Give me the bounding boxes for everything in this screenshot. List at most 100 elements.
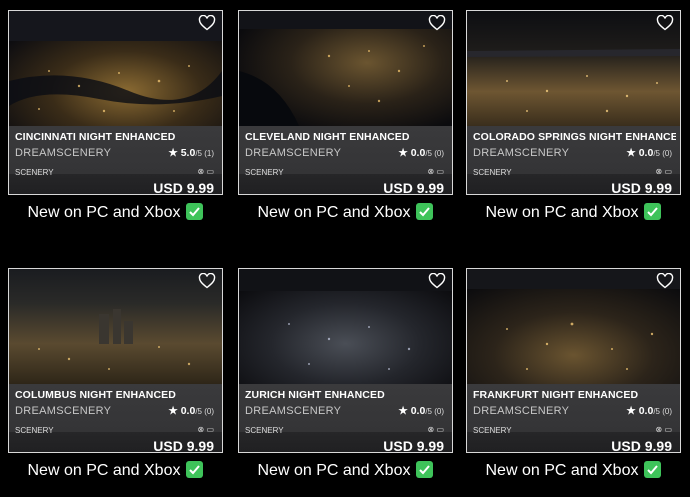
product-publisher: DREAMSCENERY <box>15 405 112 417</box>
caption-text: New on PC and Xbox <box>27 204 181 221</box>
caption-text: New on PC and Xbox <box>257 462 411 479</box>
product-rating: ★ 0.0/5 (0) <box>398 147 444 159</box>
product-title: CINCINNATI NIGHT ENHANCED <box>15 131 176 143</box>
green-check-icon <box>416 461 434 478</box>
rating-suffix: /5 (0) <box>653 407 672 416</box>
star-icon: ★ <box>398 405 408 417</box>
product-category: SCENERY <box>473 168 512 177</box>
product-caption: New on PC and Xbox <box>8 203 223 222</box>
platform-icons: ⊗ ▭ <box>197 167 214 176</box>
product-card[interactable]: CINCINNATI NIGHT ENHANCED DREAMSCENERY ★… <box>8 10 223 195</box>
caption-text: New on PC and Xbox <box>257 204 411 221</box>
product-rating: ★ 0.0/5 (0) <box>398 405 444 417</box>
platform-icons: ⊗ ▭ <box>655 425 672 434</box>
product-thumbnail <box>9 269 222 384</box>
heart-icon[interactable] <box>198 15 216 31</box>
product-price: USD 9.99 <box>383 438 444 453</box>
product-publisher: DREAMSCENERY <box>245 147 342 159</box>
product-cell-3: COLORADO SPRINGS NIGHT ENHANCED DREAMSCE… <box>466 10 681 222</box>
rating-value: 0.0 <box>410 147 426 159</box>
product-info: COLORADO SPRINGS NIGHT ENHANCED DREAMSCE… <box>467 126 680 194</box>
product-rating: ★ 5.0/5 (1) <box>168 147 214 159</box>
product-publisher: DREAMSCENERY <box>245 405 342 417</box>
product-caption: New on PC and Xbox <box>238 203 453 222</box>
platform-icons: ⊗ ▭ <box>427 167 444 176</box>
product-caption: New on PC and Xbox <box>238 461 453 480</box>
product-publisher: DREAMSCENERY <box>473 405 570 417</box>
product-info: ZURICH NIGHT ENHANCED DREAMSCENERY ★ 0.0… <box>239 384 452 452</box>
heart-icon[interactable] <box>198 273 216 289</box>
product-card[interactable]: COLORADO SPRINGS NIGHT ENHANCED DREAMSCE… <box>466 10 681 195</box>
green-check-icon <box>186 203 204 220</box>
star-icon: ★ <box>168 405 178 417</box>
product-title: COLORADO SPRINGS NIGHT ENHANCED <box>473 131 676 143</box>
caption-text: New on PC and Xbox <box>27 462 181 479</box>
platform-icons: ⊗ ▭ <box>655 167 672 176</box>
product-price: USD 9.99 <box>153 438 214 453</box>
heart-icon[interactable] <box>656 15 674 31</box>
rating-value: 0.0 <box>638 405 654 417</box>
star-icon: ★ <box>626 147 636 159</box>
heart-icon[interactable] <box>428 273 446 289</box>
product-rating: ★ 0.0/5 (0) <box>626 405 672 417</box>
rating-value: 0.0 <box>638 147 654 159</box>
product-price: USD 9.99 <box>153 180 214 195</box>
product-card[interactable]: ZURICH NIGHT ENHANCED DREAMSCENERY ★ 0.0… <box>238 268 453 453</box>
product-title: COLUMBUS NIGHT ENHANCED <box>15 389 176 401</box>
caption-text: New on PC and Xbox <box>485 204 639 221</box>
green-check-icon <box>644 203 662 220</box>
platform-icons: ⊗ ▭ <box>197 425 214 434</box>
product-thumbnail <box>239 269 452 384</box>
product-caption: New on PC and Xbox <box>8 461 223 480</box>
product-publisher: DREAMSCENERY <box>473 147 570 159</box>
caption-text: New on PC and Xbox <box>485 462 639 479</box>
rating-value: 0.0 <box>410 405 426 417</box>
rating-suffix: /5 (0) <box>653 149 672 158</box>
heart-icon[interactable] <box>428 15 446 31</box>
product-info: COLUMBUS NIGHT ENHANCED DREAMSCENERY ★ 0… <box>9 384 222 452</box>
product-card[interactable]: FRANKFURT NIGHT ENHANCED DREAMSCENERY ★ … <box>466 268 681 453</box>
product-category: SCENERY <box>245 426 284 435</box>
product-title: CLEVELAND NIGHT ENHANCED <box>245 131 410 143</box>
rating-suffix: /5 (1) <box>195 149 214 158</box>
product-thumbnail <box>239 11 452 126</box>
product-rating: ★ 0.0/5 (0) <box>626 147 672 159</box>
rating-suffix: /5 (0) <box>425 407 444 416</box>
product-cell-2: CLEVELAND NIGHT ENHANCED DREAMSCENERY ★ … <box>238 10 453 222</box>
product-caption: New on PC and Xbox <box>466 461 681 480</box>
product-price: USD 9.99 <box>383 180 444 195</box>
product-price: USD 9.99 <box>611 438 672 453</box>
product-cell-6: FRANKFURT NIGHT ENHANCED DREAMSCENERY ★ … <box>466 268 681 480</box>
star-icon: ★ <box>168 147 178 159</box>
star-icon: ★ <box>398 147 408 159</box>
product-thumbnail <box>467 11 680 126</box>
product-price: USD 9.99 <box>611 180 672 195</box>
green-check-icon <box>186 461 204 478</box>
rating-value: 5.0 <box>180 147 196 159</box>
product-info: CLEVELAND NIGHT ENHANCED DREAMSCENERY ★ … <box>239 126 452 194</box>
rating-suffix: /5 (0) <box>425 149 444 158</box>
product-rating: ★ 0.0/5 (0) <box>168 405 214 417</box>
product-card[interactable]: CLEVELAND NIGHT ENHANCED DREAMSCENERY ★ … <box>238 10 453 195</box>
heart-icon[interactable] <box>656 273 674 289</box>
product-thumbnail <box>467 269 680 384</box>
product-category: SCENERY <box>473 426 512 435</box>
product-cell-4: COLUMBUS NIGHT ENHANCED DREAMSCENERY ★ 0… <box>8 268 223 480</box>
product-thumbnail <box>9 11 222 126</box>
product-title: ZURICH NIGHT ENHANCED <box>245 389 385 401</box>
product-info: CINCINNATI NIGHT ENHANCED DREAMSCENERY ★… <box>9 126 222 194</box>
product-category: SCENERY <box>15 426 54 435</box>
rating-value: 0.0 <box>180 405 196 417</box>
product-card[interactable]: COLUMBUS NIGHT ENHANCED DREAMSCENERY ★ 0… <box>8 268 223 453</box>
green-check-icon <box>416 203 434 220</box>
product-category: SCENERY <box>245 168 284 177</box>
star-icon: ★ <box>626 405 636 417</box>
product-cell-5: ZURICH NIGHT ENHANCED DREAMSCENERY ★ 0.0… <box>238 268 453 480</box>
product-cell-1: CINCINNATI NIGHT ENHANCED DREAMSCENERY ★… <box>8 10 223 222</box>
platform-icons: ⊗ ▭ <box>427 425 444 434</box>
product-category: SCENERY <box>15 168 54 177</box>
green-check-icon <box>644 461 662 478</box>
product-publisher: DREAMSCENERY <box>15 147 112 159</box>
product-title: FRANKFURT NIGHT ENHANCED <box>473 389 639 401</box>
product-info: FRANKFURT NIGHT ENHANCED DREAMSCENERY ★ … <box>467 384 680 452</box>
